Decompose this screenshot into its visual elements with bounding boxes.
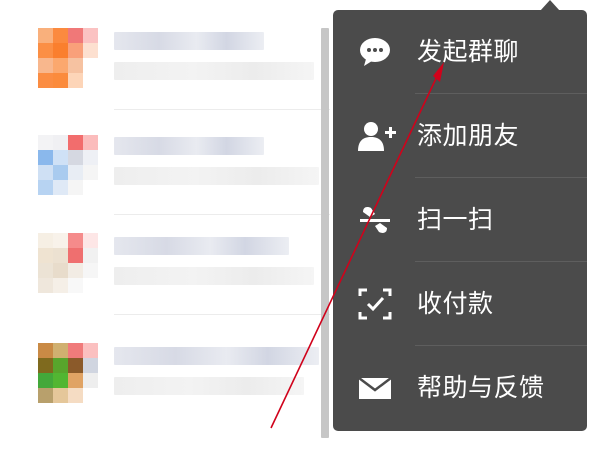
message-preview-blurred [114,62,314,80]
payment-icon [357,286,393,322]
contact-name-blurred [114,237,289,255]
scrollbar[interactable] [321,28,329,438]
menu-item-help-feedback[interactable]: 帮助与反馈 [333,346,587,430]
menu-item-label: 扫一扫 [417,205,494,234]
chat-bubble-icon [357,34,393,70]
menu-item-label: 添加朋友 [417,121,520,150]
chat-list-item[interactable] [0,125,330,215]
chat-list-item[interactable] [0,225,330,315]
divider [114,109,330,110]
contact-name-blurred [114,32,264,50]
avatar [38,135,98,195]
divider [114,314,330,315]
menu-item-label: 发起群聊 [417,37,520,66]
chat-list [0,0,330,450]
avatar [38,233,98,293]
avatar [38,28,98,88]
contact-name-blurred [114,347,319,365]
divider [114,214,330,215]
add-user-icon [357,118,396,154]
menu-item-start-group-chat[interactable]: 发起群聊 [333,10,587,94]
message-preview-blurred [114,167,319,185]
message-preview-blurred [114,267,314,285]
menu-item-add-friend[interactable]: 添加朋友 [333,94,587,178]
menu-item-label: 收付款 [417,289,494,318]
avatar [38,343,98,403]
message-preview-blurred [114,377,304,395]
menu-item-label: 帮助与反馈 [417,373,545,402]
contact-name-blurred [114,137,264,155]
chat-list-item[interactable] [0,20,330,110]
menu-item-payment[interactable]: 收付款 [333,262,587,346]
plus-popup-menu: 发起群聊 添加朋友 扫一扫 收付款 帮助与反馈 [333,10,587,431]
scan-icon [357,202,393,238]
menu-item-scan[interactable]: 扫一扫 [333,178,587,262]
chat-list-item[interactable] [0,335,330,425]
mail-icon [357,370,393,406]
